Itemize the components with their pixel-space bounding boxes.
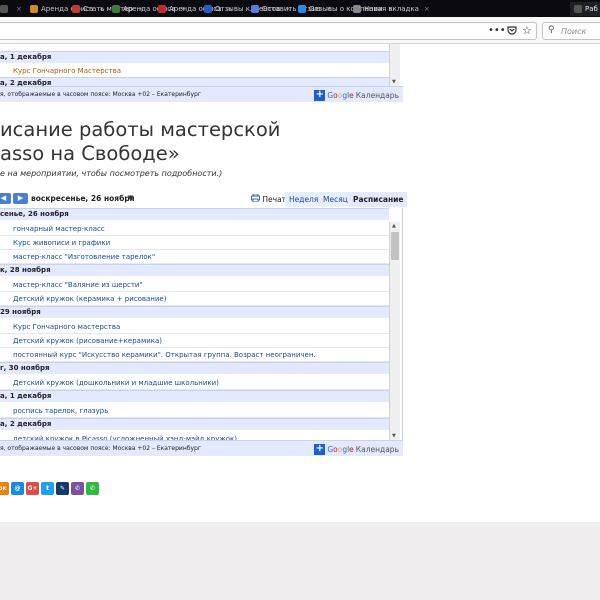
search-icon: ⚲ xyxy=(548,25,555,35)
page-title: исание работы мастерской asso на Свободе… xyxy=(0,118,280,166)
timezone-text: я, отображаемые в часовом поясе: Москва … xyxy=(0,445,201,452)
google-plus-icon[interactable]: G+ xyxy=(26,482,39,495)
tab-favicon-icon xyxy=(72,5,80,13)
scroll-down-icon[interactable]: ▼ xyxy=(392,79,396,85)
top-calendar-scrollbar[interactable]: ▼ xyxy=(389,44,400,86)
browser-tab[interactable]: Новая вкладка × xyxy=(353,2,430,16)
date-dropdown-icon[interactable]: ▼ xyxy=(128,194,133,202)
livejournal-icon[interactable]: ✎ xyxy=(56,482,69,495)
browser-tab[interactable]: Раб× xyxy=(570,2,600,16)
tab-label: Новая вкладка xyxy=(364,5,419,13)
event-item[interactable]: гончарный мастер-класс xyxy=(0,222,389,236)
event-item[interactable]: Курс живописи и графики xyxy=(0,236,389,250)
scrollbar-thumb[interactable] xyxy=(391,232,399,260)
tab-week[interactable]: Неделя xyxy=(285,192,323,207)
calendar-label: Календарь xyxy=(355,444,399,454)
timezone-text: я, отображаемые в часовом поясе: Москва … xyxy=(0,91,201,98)
title-line-2: asso на Свободе» xyxy=(0,142,180,165)
timezone-footer: я, отображаемые в часовом поясе: Москва … xyxy=(0,86,403,102)
scroll-down-icon[interactable]: ▼ xyxy=(392,433,396,439)
search-placeholder: Поиск xyxy=(561,27,587,36)
event-item[interactable]: Курс Гончарного мастерства xyxy=(0,320,389,334)
next-icon: ▶ xyxy=(17,194,24,202)
calendar-toolbar: ◀ ▶ воскресенье, 26 ноября ▼ Печать Неде… xyxy=(0,190,408,207)
tab-favicon-icon xyxy=(112,5,120,13)
day-header: г, 30 ноября xyxy=(0,362,389,374)
google-logo: Google xyxy=(327,444,354,454)
plus-icon: + xyxy=(314,442,326,455)
event-item[interactable]: Детский кружок (дошкольники и младшие шк… xyxy=(0,376,389,390)
agenda-list: сенье, 26 ноября гончарный мастер-класс Ку… xyxy=(0,208,403,440)
google-logo: Google xyxy=(327,90,354,100)
tab-label: Раб xyxy=(585,5,598,13)
agenda-scrollbar[interactable]: ▲ ▼ xyxy=(389,222,400,440)
day-header: сенье, 26 ноября xyxy=(0,208,389,220)
scroll-up-icon[interactable]: ▲ xyxy=(392,223,396,229)
event-item[interactable]: роспись тарелок, глазурь xyxy=(0,404,389,418)
tab-agenda[interactable]: Расписание xyxy=(349,192,408,207)
bookmark-star-icon[interactable]: ☆ xyxy=(522,24,532,37)
top-calendar-widget: а, 1 декабря Курс Гончарного Мастерства … xyxy=(0,44,403,102)
pocket-icon[interactable] xyxy=(507,25,517,38)
prev-icon: ◀ xyxy=(0,194,7,202)
add-to-google-calendar-button[interactable]: + Google Календарь xyxy=(314,443,399,455)
day-header: а, 2 декабря xyxy=(0,418,389,430)
page-subtitle: е на мероприятии, чтобы посмотреть подро… xyxy=(0,169,223,178)
timezone-footer: я, отображаемые в часовом поясе: Москва … xyxy=(0,440,403,456)
event-item[interactable]: мастер-класс "Валяние из шерсти" xyxy=(0,278,389,292)
event-item[interactable]: детский кружок в Picasso (усложненный хэ… xyxy=(0,432,389,440)
plus-icon: + xyxy=(314,88,326,101)
browser-toolbar: ••• ☆ ⚲ Поиск xyxy=(0,17,600,44)
date-range: воскресенье, 26 ноября xyxy=(31,194,135,203)
tab-favicon-icon xyxy=(574,5,582,13)
browser-tab[interactable]: × xyxy=(0,2,22,16)
share-buttons: ок @ G+ t ✎ ✆ ✆ xyxy=(0,482,99,495)
title-line-1: исание работы мастерской xyxy=(0,118,281,141)
add-to-google-calendar-button[interactable]: + Google Календарь xyxy=(314,89,399,101)
tab-month[interactable]: Месяц xyxy=(319,192,352,207)
event-item[interactable]: Детский кружок (рисование+керамика) xyxy=(0,334,389,348)
day-header: а, 1 декабря xyxy=(0,390,389,402)
tab-favicon-icon xyxy=(204,5,212,13)
search-input[interactable]: ⚲ Поиск xyxy=(542,22,600,40)
day-header: а, 1 декабря xyxy=(0,51,389,63)
event-item[interactable]: Детский кружок (керамика + рисование) xyxy=(0,292,389,306)
browser-tab-bar: × Арендa офиса × Стать мастер × Аренда офиса ×… xyxy=(0,0,600,17)
prev-button[interactable]: ◀ xyxy=(0,193,11,204)
mymail-icon[interactable]: @ xyxy=(11,482,24,495)
day-header: 29 ноября xyxy=(0,306,389,318)
close-tab-icon[interactable]: × xyxy=(16,5,22,13)
footer-band xyxy=(0,522,600,600)
calendar-label: Календарь xyxy=(355,90,399,100)
tab-favicon-icon xyxy=(298,5,306,13)
tab-favicon-icon xyxy=(30,5,38,13)
tab-favicon-icon xyxy=(158,5,166,13)
next-button[interactable]: ▶ xyxy=(13,193,28,204)
day-header: к, 28 ноября xyxy=(0,264,389,276)
printer-icon xyxy=(251,193,262,204)
viber-icon[interactable]: ✆ xyxy=(71,482,84,495)
twitter-icon[interactable]: t xyxy=(41,482,54,495)
event-item[interactable]: Курс Гончарного Мастерства xyxy=(0,64,389,78)
url-bar[interactable]: ••• ☆ xyxy=(0,22,537,40)
page-actions-icon[interactable]: ••• xyxy=(488,25,506,36)
close-tab-icon[interactable]: × xyxy=(424,5,430,13)
event-item[interactable]: мастер-класс "Изготовление тарелок" xyxy=(0,250,389,264)
tab-favicon-icon xyxy=(251,5,259,13)
odnoklassniki-icon[interactable]: ок xyxy=(0,482,9,495)
tab-favicon-icon xyxy=(353,5,361,13)
whatsapp-icon[interactable]: ✆ xyxy=(86,482,99,495)
tab-favicon-icon xyxy=(0,5,8,13)
event-item[interactable]: постоянный курс "Искусство керамики". От… xyxy=(0,348,389,362)
